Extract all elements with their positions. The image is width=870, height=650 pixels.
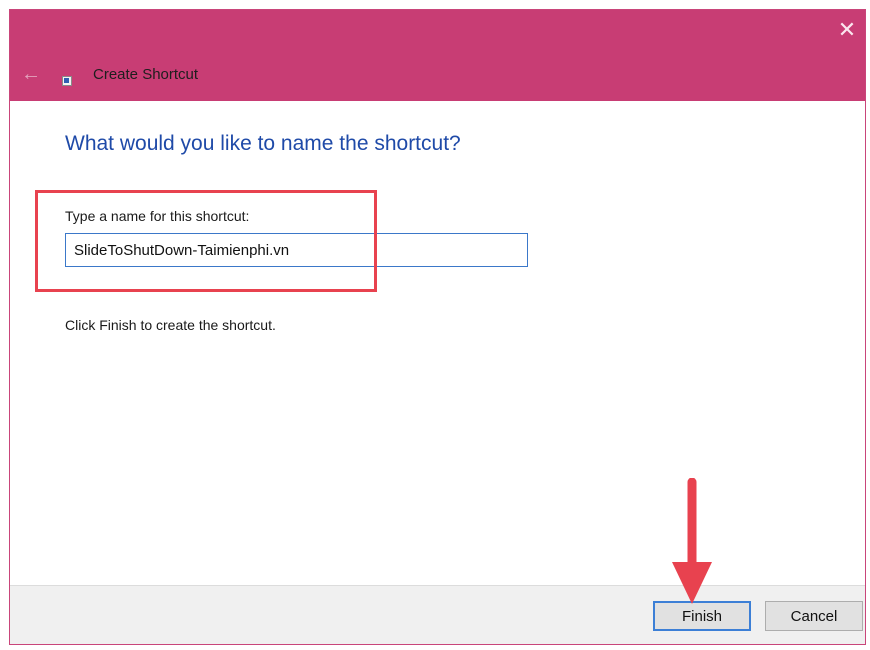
shortcut-name-input[interactable]	[65, 233, 528, 267]
instruction-text: Click Finish to create the shortcut.	[65, 317, 276, 333]
shortcut-name-label: Type a name for this shortcut:	[65, 208, 250, 224]
close-icon[interactable]: ✕	[829, 10, 865, 50]
title-bar: ✕ ← Create Shortcut	[10, 10, 865, 101]
back-arrow-icon[interactable]: ←	[16, 62, 46, 86]
button-bar: Finish Cancel	[10, 585, 865, 644]
page-heading: What would you like to name the shortcut…	[65, 132, 461, 155]
cancel-button[interactable]: Cancel	[765, 601, 863, 631]
create-shortcut-window: ✕ ← Create Shortcut What would you like …	[9, 9, 866, 645]
shortcut-icon	[62, 76, 72, 86]
finish-button[interactable]: Finish	[653, 601, 751, 631]
window-title: Create Shortcut	[93, 66, 199, 83]
